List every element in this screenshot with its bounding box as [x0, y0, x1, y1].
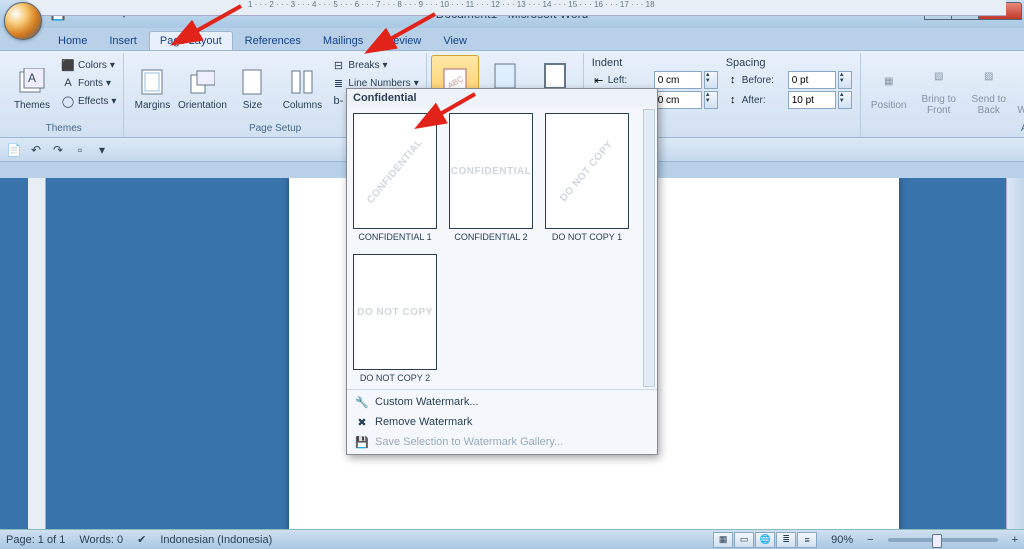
send-back-icon: ▨ — [973, 60, 1005, 92]
breaks-button[interactable]: ⊟Breaks ▾ — [328, 57, 421, 73]
group-arrange: ▦Position ▧Bring to Front ▨Send to Back … — [861, 53, 1024, 137]
status-zoom[interactable]: 90% — [831, 534, 853, 546]
watermark-gallery: Confidential CONFIDENTIAL CONFIDENTIAL 1… — [346, 88, 658, 455]
remove-watermark-icon: ✖ — [355, 415, 369, 429]
position-button[interactable]: ▦Position — [865, 55, 913, 121]
zoom-out-button[interactable]: − — [867, 534, 873, 546]
annotation-arrow-tab — [186, 4, 246, 49]
effects-icon: ◯ — [61, 94, 75, 108]
group-themes: A Themes ⬛Colors ▾ AFonts ▾ ◯Effects ▾ T… — [4, 53, 124, 137]
gallery-section-header: Confidential — [347, 89, 657, 107]
indent-left-icon: ⇤ — [592, 73, 606, 87]
colors-icon: ⬛ — [61, 58, 75, 72]
save-selection-icon: 💾 — [355, 435, 369, 449]
margins-icon — [136, 66, 168, 98]
status-proofing-icon[interactable]: ✔ — [137, 533, 146, 546]
horizontal-ruler[interactable]: 1 · · · 2 · · · 3 · · · 4 · · · 5 · · · … — [28, 0, 1006, 16]
text-wrapping-button[interactable]: ▤Text Wrapping — [1015, 55, 1024, 121]
preset-do-not-copy-2[interactable]: DO NOT COPY DO NOT COPY 2 — [353, 254, 437, 383]
themes-button[interactable]: A Themes — [8, 55, 56, 121]
size-icon — [236, 66, 268, 98]
status-words[interactable]: Words: 0 — [79, 534, 123, 546]
annotation-arrow-preset — [430, 92, 480, 137]
size-button[interactable]: Size — [228, 55, 276, 121]
view-print-layout[interactable]: ▦ — [713, 532, 733, 548]
theme-colors-button[interactable]: ⬛Colors ▾ — [58, 57, 119, 73]
spacing-before-spinner[interactable]: ▲▼ — [838, 71, 852, 89]
preset-confidential-1[interactable]: CONFIDENTIAL CONFIDENTIAL 1 — [353, 113, 437, 242]
bring-to-front-button[interactable]: ▧Bring to Front — [915, 55, 963, 121]
margins-button[interactable]: Margins — [128, 55, 176, 121]
bring-front-icon: ▧ — [923, 60, 955, 92]
indent-left-spinner[interactable]: ▲▼ — [704, 71, 718, 89]
sec-undo-icon[interactable]: ↶ — [28, 142, 44, 158]
remove-watermark-menu[interactable]: ✖Remove Watermark — [347, 412, 657, 432]
save-selection-menu: 💾Save Selection to Watermark Gallery... — [347, 432, 657, 452]
orientation-button[interactable]: Orientation — [178, 55, 226, 121]
spacing-before-input[interactable] — [788, 71, 836, 89]
theme-fonts-button[interactable]: AFonts ▾ — [58, 75, 119, 91]
view-web-layout[interactable]: 🌐 — [755, 532, 775, 548]
spacing-label: Spacing — [726, 57, 852, 69]
spacing-before-icon: ↕ — [726, 73, 740, 87]
tab-home[interactable]: Home — [48, 32, 97, 50]
word-doc-icon[interactable]: 📄 — [6, 142, 22, 158]
zoom-slider[interactable] — [888, 538, 998, 542]
group-label-themes: Themes — [8, 122, 119, 135]
line-numbers-icon: ≣ — [331, 76, 345, 90]
view-outline[interactable]: ≣ — [776, 532, 796, 548]
columns-icon — [286, 66, 318, 98]
zoom-in-button[interactable]: + — [1012, 534, 1018, 546]
send-to-back-button[interactable]: ▨Send to Back — [965, 55, 1013, 121]
spacing-after-icon: ↕ — [726, 93, 740, 107]
vertical-ruler[interactable] — [28, 178, 46, 529]
status-language[interactable]: Indonesian (Indonesia) — [160, 534, 272, 546]
svg-text:A: A — [28, 71, 36, 85]
group-label-arrange: Arrange — [865, 122, 1024, 135]
spacing-after-input[interactable] — [788, 91, 836, 109]
annotation-arrow-watermark — [380, 12, 440, 57]
hyphenation-icon: b- — [331, 94, 345, 108]
sec-chevron-icon[interactable]: ▾ — [94, 142, 110, 158]
sec-new-icon[interactable]: ▫ — [72, 142, 88, 158]
custom-watermark-menu[interactable]: 🔧Custom Watermark... — [347, 392, 657, 412]
fonts-icon: A — [61, 76, 75, 90]
themes-icon: A — [16, 66, 48, 98]
columns-button[interactable]: Columns — [278, 55, 326, 121]
indent-label: Indent — [592, 57, 718, 69]
vertical-scrollbar[interactable] — [1006, 178, 1024, 529]
ribbon-tabs: Home Insert Page Layout References Maili… — [0, 28, 1024, 50]
office-button[interactable] — [4, 2, 42, 40]
view-draft[interactable]: ≡ — [797, 532, 817, 548]
orientation-icon — [186, 66, 218, 98]
custom-watermark-icon: 🔧 — [355, 395, 369, 409]
indent-left-input[interactable] — [654, 71, 702, 89]
tab-references[interactable]: References — [235, 32, 311, 50]
position-icon: ▦ — [873, 66, 905, 98]
statusbar: Page: 1 of 1 Words: 0 ✔ Indonesian (Indo… — [0, 529, 1024, 549]
sec-redo-icon[interactable]: ↷ — [50, 142, 66, 158]
gallery-scrollbar[interactable] — [643, 109, 655, 387]
view-full-screen[interactable]: ▭ — [734, 532, 754, 548]
spacing-after-spinner[interactable]: ▲▼ — [838, 91, 852, 109]
breaks-icon: ⊟ — [331, 58, 345, 72]
left-gutter — [0, 178, 28, 529]
status-page[interactable]: Page: 1 of 1 — [6, 534, 65, 546]
tab-mailings[interactable]: Mailings — [313, 32, 373, 50]
preset-do-not-copy-1[interactable]: DO NOT COPY DO NOT COPY 1 — [545, 113, 629, 242]
indent-right-input[interactable] — [654, 91, 702, 109]
indent-right-spinner[interactable]: ▲▼ — [704, 91, 718, 109]
theme-effects-button[interactable]: ◯Effects ▾ — [58, 93, 119, 109]
tab-insert[interactable]: Insert — [99, 32, 147, 50]
